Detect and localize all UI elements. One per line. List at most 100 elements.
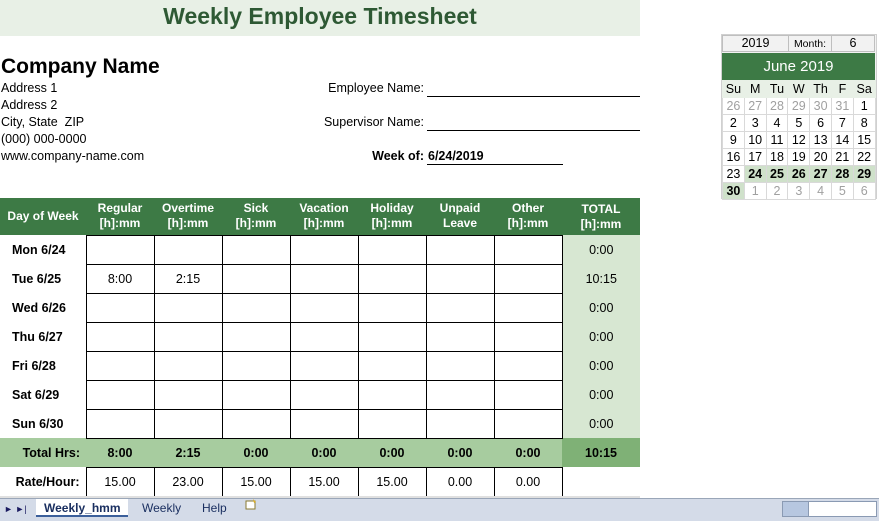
calendar-day[interactable]: 4	[765, 114, 789, 132]
hours-cell-other[interactable]	[493, 379, 563, 410]
hours-cell-regular[interactable]	[85, 292, 155, 323]
hours-cell-unpaid-leave[interactable]	[425, 379, 495, 410]
calendar-day[interactable]: 13	[809, 131, 832, 149]
hours-cell-other[interactable]	[493, 234, 563, 265]
employee-name-field[interactable]	[427, 80, 640, 97]
hours-cell-unpaid-leave[interactable]	[425, 321, 495, 352]
hours-cell-other[interactable]	[493, 408, 563, 439]
calendar-day[interactable]: 30	[722, 182, 745, 200]
hours-cell-overtime[interactable]	[153, 321, 223, 352]
hours-cell-holiday[interactable]	[357, 379, 427, 410]
calendar-day[interactable]: 1	[852, 97, 876, 115]
calendar-day[interactable]: 27	[809, 165, 832, 183]
tab-weekly-hmm[interactable]: Weekly_hmm	[36, 499, 129, 517]
calendar-day[interactable]: 10	[743, 131, 767, 149]
hours-cell-other[interactable]	[493, 292, 563, 323]
scrollbar-thumb[interactable]	[783, 502, 809, 516]
calendar-day[interactable]: 26	[722, 97, 745, 115]
calendar-day[interactable]: 28	[830, 165, 854, 183]
rate-unpaid-leave[interactable]: 0.00	[425, 466, 495, 497]
hours-cell-sick[interactable]	[221, 379, 291, 410]
calendar-month-input[interactable]: 6	[831, 35, 875, 52]
company-city[interactable]: City, State ZIP	[1, 114, 84, 131]
hours-cell-sick[interactable]	[221, 350, 291, 381]
calendar-day[interactable]: 18	[765, 148, 789, 166]
hours-cell-sick[interactable]	[221, 292, 291, 323]
hours-cell-unpaid-leave[interactable]	[425, 263, 495, 294]
calendar-day[interactable]: 12	[787, 131, 811, 149]
hours-cell-regular[interactable]	[85, 350, 155, 381]
hours-cell-vacation[interactable]	[289, 379, 359, 410]
tab-help[interactable]: Help	[194, 499, 235, 517]
week-of-field[interactable]: 6/24/2019	[427, 148, 563, 165]
calendar-day[interactable]: 3	[787, 182, 811, 200]
calendar-day[interactable]: 17	[743, 148, 767, 166]
hours-cell-holiday[interactable]	[357, 408, 427, 439]
calendar-day[interactable]: 30	[809, 97, 832, 115]
hours-cell-regular[interactable]	[85, 408, 155, 439]
hours-cell-other[interactable]	[493, 321, 563, 352]
hours-cell-vacation[interactable]	[289, 263, 359, 294]
calendar-day[interactable]: 14	[830, 131, 854, 149]
hours-cell-overtime[interactable]	[153, 408, 223, 439]
hours-cell-unpaid-leave[interactable]	[425, 292, 495, 323]
hours-cell-regular[interactable]	[85, 234, 155, 265]
calendar-day[interactable]: 23	[722, 165, 745, 183]
tab-weekly[interactable]: Weekly	[134, 499, 189, 517]
calendar-day[interactable]: 11	[765, 131, 789, 149]
calendar-day[interactable]: 1	[743, 182, 767, 200]
calendar-day[interactable]: 9	[722, 131, 745, 149]
hours-cell-holiday[interactable]	[357, 321, 427, 352]
hours-cell-regular[interactable]: 8:00	[85, 263, 155, 294]
hours-cell-unpaid-leave[interactable]	[425, 234, 495, 265]
hours-cell-overtime[interactable]	[153, 234, 223, 265]
calendar-day[interactable]: 6	[809, 114, 832, 132]
hours-cell-holiday[interactable]	[357, 234, 427, 265]
calendar-year-input[interactable]: 2019	[722, 35, 789, 52]
hours-cell-vacation[interactable]	[289, 350, 359, 381]
hours-cell-vacation[interactable]	[289, 408, 359, 439]
hours-cell-overtime[interactable]	[153, 379, 223, 410]
calendar-day[interactable]: 5	[830, 182, 854, 200]
calendar-day[interactable]: 15	[852, 131, 876, 149]
new-sheet-icon[interactable]	[238, 499, 264, 517]
calendar-day[interactable]: 8	[852, 114, 876, 132]
calendar-day[interactable]: 25	[765, 165, 789, 183]
hours-cell-sick[interactable]	[221, 321, 291, 352]
calendar-day[interactable]: 2	[765, 182, 789, 200]
calendar-day[interactable]: 5	[787, 114, 811, 132]
hours-cell-holiday[interactable]	[357, 350, 427, 381]
hours-cell-vacation[interactable]	[289, 321, 359, 352]
calendar-day[interactable]: 26	[787, 165, 811, 183]
hours-cell-overtime[interactable]: 2:15	[153, 263, 223, 294]
calendar-day[interactable]: 4	[809, 182, 832, 200]
calendar-day[interactable]: 29	[852, 165, 876, 183]
hours-cell-regular[interactable]	[85, 379, 155, 410]
hours-cell-vacation[interactable]	[289, 234, 359, 265]
horizontal-scrollbar[interactable]	[782, 501, 877, 517]
hours-cell-unpaid-leave[interactable]	[425, 350, 495, 381]
hours-cell-unpaid-leave[interactable]	[425, 408, 495, 439]
hours-cell-other[interactable]	[493, 263, 563, 294]
supervisor-name-field[interactable]	[427, 114, 640, 131]
calendar-day[interactable]: 3	[743, 114, 767, 132]
rate-regular[interactable]: 15.00	[85, 466, 155, 497]
hours-cell-overtime[interactable]	[153, 350, 223, 381]
rate-sick[interactable]: 15.00	[221, 466, 291, 497]
hours-cell-overtime[interactable]	[153, 292, 223, 323]
hours-cell-sick[interactable]	[221, 263, 291, 294]
company-address-2[interactable]: Address 2	[1, 97, 57, 114]
company-name[interactable]: Company Name	[1, 54, 160, 80]
calendar-day[interactable]: 7	[830, 114, 854, 132]
tab-scroll-arrows-icon[interactable]: ► ►|	[0, 500, 38, 518]
hours-cell-vacation[interactable]	[289, 292, 359, 323]
hours-cell-sick[interactable]	[221, 408, 291, 439]
hours-cell-regular[interactable]	[85, 321, 155, 352]
calendar-day[interactable]: 21	[830, 148, 854, 166]
rate-holiday[interactable]: 15.00	[357, 466, 427, 497]
calendar-day[interactable]: 24	[743, 165, 767, 183]
rate-overtime[interactable]: 23.00	[153, 466, 223, 497]
calendar-day[interactable]: 19	[787, 148, 811, 166]
calendar-day[interactable]: 2	[722, 114, 745, 132]
calendar-day[interactable]: 20	[809, 148, 832, 166]
